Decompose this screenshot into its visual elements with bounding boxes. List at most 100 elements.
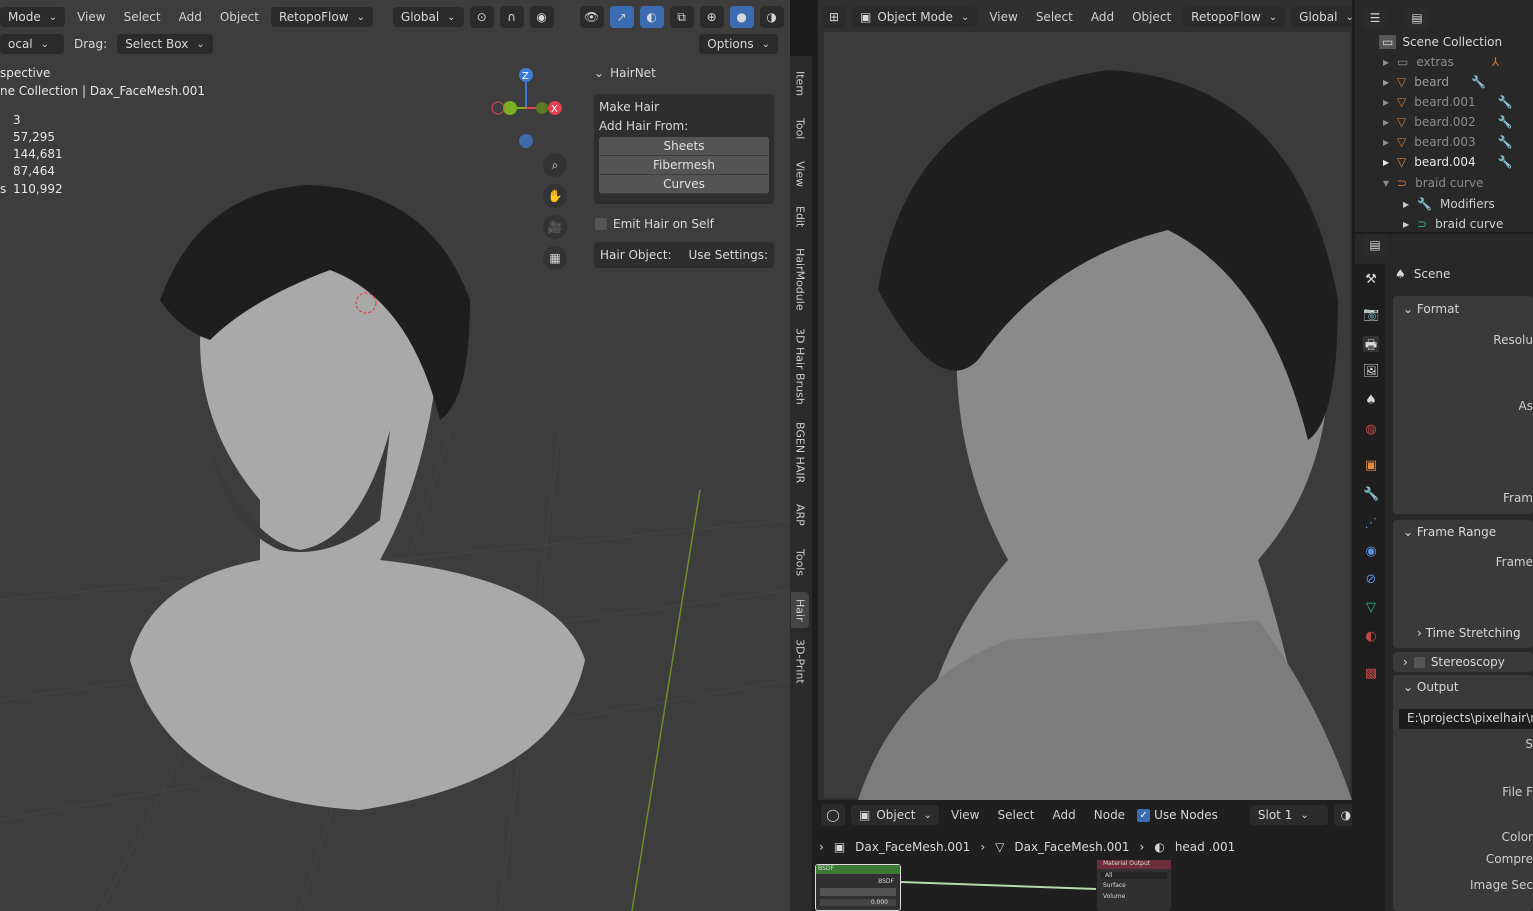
- tab-arp[interactable]: ARP: [791, 496, 809, 534]
- shader-node-editor[interactable]: ◯ ▣Object View Select Add Node ✓Use Node…: [815, 800, 1352, 911]
- menu-view[interactable]: View: [983, 8, 1023, 26]
- stereoscopy-checkbox[interactable]: [1413, 656, 1425, 668]
- outliner-item[interactable]: ▸ ▽ beard 🔧: [1383, 72, 1486, 92]
- render-tab-icon[interactable]: 📷: [1363, 307, 1379, 323]
- modifier-wrench-icon: 🔧: [1497, 135, 1513, 149]
- shading-material-icon[interactable]: ◑: [759, 6, 784, 28]
- modifier-tab-icon[interactable]: 🔧: [1363, 487, 1379, 503]
- mesh-icon: ▽: [1397, 135, 1407, 149]
- expand-icon: ▸: [1383, 95, 1390, 109]
- collection-icon: ▭: [1397, 55, 1409, 69]
- tab-view[interactable]: View: [791, 154, 809, 194]
- scene-tab-icon[interactable]: ♠: [1363, 393, 1379, 409]
- tool-tab-icon[interactable]: ⚒: [1363, 272, 1379, 288]
- outliner-item[interactable]: ▾ ⊃ braid curve: [1383, 173, 1483, 193]
- scene-collection-label: Scene Collection: [1402, 35, 1503, 49]
- grid-perspective-icon[interactable]: ▦: [543, 246, 567, 270]
- bsdf-node[interactable]: BSDF BSDF 0.000: [815, 864, 901, 911]
- menu-select[interactable]: Select: [1030, 8, 1079, 26]
- filter-icon[interactable]: ▤: [1405, 7, 1429, 29]
- tab-3d-print[interactable]: 3D-Print: [791, 632, 809, 690]
- outliner-display-mode-icon[interactable]: ☰: [1363, 7, 1387, 29]
- view-layer-tab-icon[interactable]: 🖼: [1363, 364, 1380, 380]
- output-path-field[interactable]: E:\projects\pixelhair\me: [1399, 709, 1533, 729]
- menu-view[interactable]: View: [71, 8, 111, 26]
- particles-tab-icon[interactable]: ⋰: [1363, 516, 1379, 532]
- outliner-item[interactable]: ▸ ▭ extras ⅄: [1383, 52, 1499, 72]
- pan-hand-icon[interactable]: ✋: [543, 184, 567, 208]
- material-tab-icon[interactable]: ◐: [1363, 629, 1379, 645]
- constraints-tab-icon[interactable]: ⊘: [1363, 572, 1379, 588]
- pivot-dropdown[interactable]: ocal: [0, 34, 64, 54]
- frame-range-header[interactable]: ⌄ Frame Range: [1393, 520, 1533, 544]
- outliner-item[interactable]: ▸ ▽ beard.003 🔧: [1383, 132, 1513, 152]
- y-axis-line: [631, 489, 701, 911]
- output-target-dropdown[interactable]: All: [1101, 872, 1167, 879]
- hairnet-header[interactable]: ⌄ HairNet: [590, 62, 778, 84]
- drag-dropdown[interactable]: Select Box: [117, 34, 213, 54]
- outliner-item[interactable]: ▸ 🔧 Modifiers: [1403, 194, 1495, 214]
- visibility-icon[interactable]: 👁: [579, 6, 604, 28]
- pivot-icon[interactable]: ⊙: [469, 6, 494, 28]
- tab-bgen-hair[interactable]: BGEN HAIR: [791, 414, 809, 492]
- editor-type-icon[interactable]: ⊞: [822, 6, 846, 28]
- camera-icon[interactable]: 🎥: [543, 215, 567, 239]
- surface-socket: Surface: [1103, 882, 1126, 889]
- zoom-icon[interactable]: ⌕: [543, 153, 567, 177]
- tab-tool[interactable]: Tool: [791, 108, 809, 150]
- resolution-label: Resolu: [1493, 333, 1533, 347]
- stat-objects: 3: [13, 113, 21, 127]
- modifier-wrench-icon: 🔧: [1497, 115, 1513, 129]
- outliner-item[interactable]: ▸ ⊃ braid curve: [1403, 214, 1503, 234]
- material-output-node[interactable]: Material Output All Surface Volume: [1097, 860, 1171, 911]
- fibermesh-button[interactable]: Fibermesh: [599, 156, 769, 175]
- outliner-item[interactable]: ▸ ▽ beard.001 🔧: [1383, 92, 1513, 112]
- curves-button[interactable]: Curves: [599, 175, 769, 194]
- properties-editor-type-icon[interactable]: ▤: [1363, 234, 1387, 256]
- shading-wireframe-icon[interactable]: ⊕: [699, 6, 724, 28]
- outliner-item[interactable]: ▸ ▽ beard.002 🔧: [1383, 112, 1513, 132]
- emit-hair-checkbox[interactable]: Emit Hair on Self: [595, 217, 714, 231]
- gizmo-toggle-icon[interactable]: ↗: [609, 6, 634, 28]
- tab-edit[interactable]: Edit: [791, 198, 809, 236]
- right-3d-viewport[interactable]: ⊞ ▣ Object Mode View Select Add Object Re…: [818, 0, 1352, 800]
- mode-dropdown[interactable]: Mode: [0, 7, 66, 27]
- mode-dropdown[interactable]: ▣ Object Mode: [852, 7, 978, 27]
- tab-item[interactable]: Item: [791, 64, 809, 104]
- menu-add[interactable]: Add: [173, 8, 208, 26]
- tab-hairmodule[interactable]: HairModule: [791, 240, 809, 318]
- physics-tab-icon[interactable]: ◉: [1363, 544, 1379, 560]
- orientation-dropdown[interactable]: Global: [392, 7, 464, 27]
- output-tab-icon[interactable]: 🖶: [1363, 336, 1379, 353]
- proportional-icon[interactable]: ◉: [529, 6, 554, 28]
- format-header[interactable]: ⌄ Format: [1393, 296, 1533, 322]
- snap-icon[interactable]: ∩: [499, 6, 524, 28]
- output-header[interactable]: ⌄ Output: [1393, 675, 1533, 699]
- data-tab-icon[interactable]: ▽: [1363, 600, 1379, 616]
- menu-object[interactable]: Object: [214, 8, 265, 26]
- shading-solid-icon[interactable]: ●: [729, 6, 754, 28]
- menu-select[interactable]: Select: [118, 8, 167, 26]
- retopoflow-dropdown[interactable]: RetopoFlow: [1183, 7, 1286, 27]
- retopoflow-dropdown[interactable]: RetopoFlow: [270, 7, 373, 27]
- left-3d-viewport[interactable]: Mode View Select Add Object RetopoFlow G…: [0, 0, 790, 911]
- orientation-dropdown[interactable]: Global: [1291, 7, 1352, 27]
- texture-tab-icon[interactable]: ▩: [1363, 666, 1379, 682]
- object-tab-icon[interactable]: ▣: [1363, 458, 1379, 474]
- sheets-button[interactable]: Sheets: [599, 137, 769, 156]
- options-dropdown[interactable]: Options: [699, 34, 778, 54]
- menu-object[interactable]: Object: [1126, 8, 1177, 26]
- overlay-toggle-icon[interactable]: ◐: [639, 6, 664, 28]
- scene-collection-row[interactable]: ▭ Scene Collection: [1379, 32, 1502, 52]
- tab-hair[interactable]: Hair: [791, 592, 809, 628]
- bsdf-value[interactable]: 0.000: [820, 899, 896, 906]
- time-stretching-header[interactable]: › Time Stretching: [1417, 626, 1521, 640]
- world-tab-icon[interactable]: ◍: [1363, 422, 1379, 438]
- xray-icon[interactable]: ⧉: [669, 6, 694, 28]
- navigation-gizmo[interactable]: Z X: [488, 66, 568, 152]
- tab-tools[interactable]: Tools: [791, 538, 809, 588]
- menu-add[interactable]: Add: [1085, 8, 1120, 26]
- tab-3d-hair-brush[interactable]: 3D Hair Brush: [791, 322, 809, 410]
- stereoscopy-panel[interactable]: › Stereoscopy: [1393, 652, 1533, 672]
- outliner-item[interactable]: ▸ ▽ beard.004 🔧: [1383, 152, 1513, 172]
